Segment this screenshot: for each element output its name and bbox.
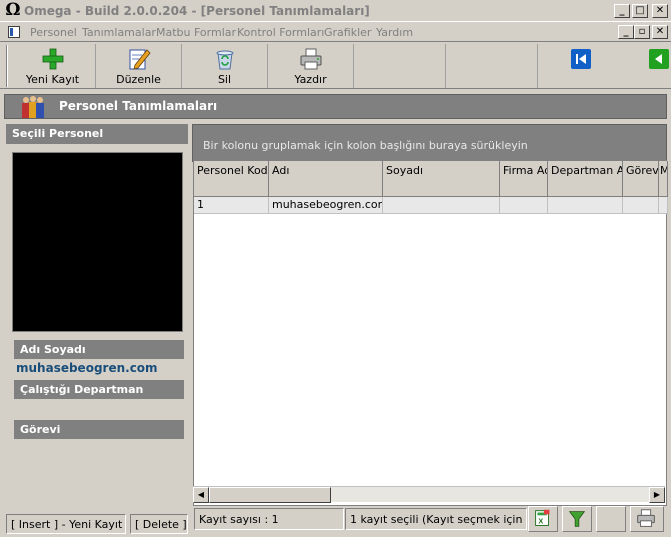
group-by-area[interactable]: Bir kolonu gruplamak için kolon başlığın… xyxy=(192,124,667,162)
minimize-button[interactable]: _ xyxy=(614,4,630,18)
scroll-right-arrow-icon[interactable]: ▶ xyxy=(649,487,665,503)
panel-title: Seçili Personel xyxy=(6,124,188,144)
name-value: muhasebeogren.com xyxy=(16,361,158,375)
toolbar: Yeni Kayıt Düzenle Sil Yazdır xyxy=(0,43,671,89)
app-logo: Ω xyxy=(5,0,21,20)
delete-button[interactable]: Sil xyxy=(182,44,268,88)
table-cell[interactable] xyxy=(500,197,548,214)
toolbar-grip xyxy=(6,45,8,87)
previous-record-button[interactable] xyxy=(649,49,669,69)
filter-button[interactable] xyxy=(562,506,592,532)
name-label: Adı Soyadı xyxy=(14,340,184,359)
edit-label: Düzenle xyxy=(116,73,161,86)
table-cell[interactable] xyxy=(623,197,659,214)
person-photo xyxy=(12,152,183,332)
child-close-button[interactable]: ✕ xyxy=(652,25,668,39)
print-grid-button[interactable] xyxy=(630,506,664,532)
menu-personel[interactable]: Personel xyxy=(30,26,77,39)
column-header[interactable]: Firma Adı xyxy=(500,161,548,197)
table-cell[interactable] xyxy=(383,197,500,214)
toolbar-spacer xyxy=(446,44,538,88)
new-record-label: Yeni Kayıt xyxy=(25,73,80,86)
delete-label: Sil xyxy=(217,73,232,86)
people-group-icon xyxy=(22,96,44,118)
filter-icon xyxy=(568,511,586,527)
menu-kontrol-formlari[interactable]: Kontrol Formları xyxy=(237,26,324,39)
menu-yardim[interactable]: Yardım xyxy=(376,26,413,39)
page-title: Personel Tanımlamaları xyxy=(59,99,218,113)
column-header[interactable]: Adı xyxy=(269,161,383,197)
printer-icon xyxy=(637,509,655,527)
selected-person-panel: Seçili Personel Adı Soyadı muhasebeogren… xyxy=(4,122,188,512)
mdi-child-icon[interactable] xyxy=(8,26,20,38)
group-hint: Bir kolonu gruplamak için kolon başlığın… xyxy=(203,139,528,152)
print-button[interactable]: Yazdır xyxy=(268,44,354,88)
column-header[interactable]: Görevi xyxy=(623,161,659,197)
maximize-button[interactable]: □ xyxy=(632,4,648,18)
scroll-left-arrow-icon[interactable]: ◀ xyxy=(193,487,209,503)
child-restore-button[interactable]: ▫ xyxy=(634,25,650,39)
record-count: Kayıt sayısı : 1 xyxy=(194,508,344,530)
status-blank-button[interactable] xyxy=(596,506,626,532)
role-value xyxy=(14,440,184,458)
column-header[interactable]: Departman Adı xyxy=(548,161,623,197)
table-cell[interactable]: muhasebeogren.com xyxy=(269,197,383,214)
menu-tanimlamalar[interactable]: Tanımlamalar xyxy=(82,26,156,39)
table-cell[interactable]: 1 xyxy=(194,197,269,214)
previous-record-icon xyxy=(655,54,662,64)
plus-icon xyxy=(42,48,63,70)
toolbar-spacer xyxy=(354,44,446,88)
child-minimize-button[interactable]: _ xyxy=(618,25,634,39)
selection-info: 1 kayıt seçili (Kayıt seçmek için CTRL v… xyxy=(345,508,527,530)
department-value xyxy=(14,400,184,418)
title-bar: Ω Omega - Build 2.0.0.204 - [Personel Ta… xyxy=(0,0,671,22)
close-button[interactable]: ✕ xyxy=(652,4,668,18)
excel-export-icon: X xyxy=(535,509,550,526)
table-cell[interactable] xyxy=(659,197,668,214)
table-cell[interactable] xyxy=(548,197,623,214)
edit-icon xyxy=(129,49,151,70)
delete-hint: [ Delete ] - xyxy=(130,514,188,534)
svg-text:X: X xyxy=(538,517,543,526)
first-record-icon xyxy=(576,54,586,64)
section-header: Personel Tanımlamaları xyxy=(4,94,667,119)
insert-hint: [ Insert ] - Yeni Kayıt xyxy=(6,514,126,534)
scroll-thumb[interactable] xyxy=(209,487,331,503)
first-record-button[interactable] xyxy=(571,49,591,69)
window-title: Omega - Build 2.0.0.204 - [Personel Tanı… xyxy=(24,4,370,18)
menu-bar: Personel Tanımlamalar Matbu Formlar Kont… xyxy=(0,22,671,42)
horizontal-scrollbar[interactable]: ◀ ▶ xyxy=(193,486,665,503)
printer-icon xyxy=(300,48,321,70)
personnel-grid-panel: Bir kolonu gruplamak için kolon başlığın… xyxy=(192,122,668,506)
recycle-bin-icon xyxy=(216,50,233,70)
print-label: Yazdır xyxy=(294,73,327,86)
new-record-button[interactable]: Yeni Kayıt xyxy=(10,44,96,88)
column-header[interactable]: M xyxy=(659,161,668,197)
data-grid: Personel Kodu Adı Soyadı Firma Adı Depar… xyxy=(193,160,668,506)
column-header[interactable]: Soyadı xyxy=(383,161,500,197)
role-label: Görevi xyxy=(14,420,184,439)
menu-matbu-formlar[interactable]: Matbu Formlar xyxy=(156,26,236,39)
export-excel-button[interactable]: X xyxy=(528,506,558,532)
edit-button[interactable]: Düzenle xyxy=(96,44,182,88)
department-label: Çalıştığı Departman xyxy=(14,380,184,399)
menu-grafikler[interactable]: Grafikler xyxy=(324,26,371,39)
column-header[interactable]: Personel Kodu xyxy=(194,161,269,197)
